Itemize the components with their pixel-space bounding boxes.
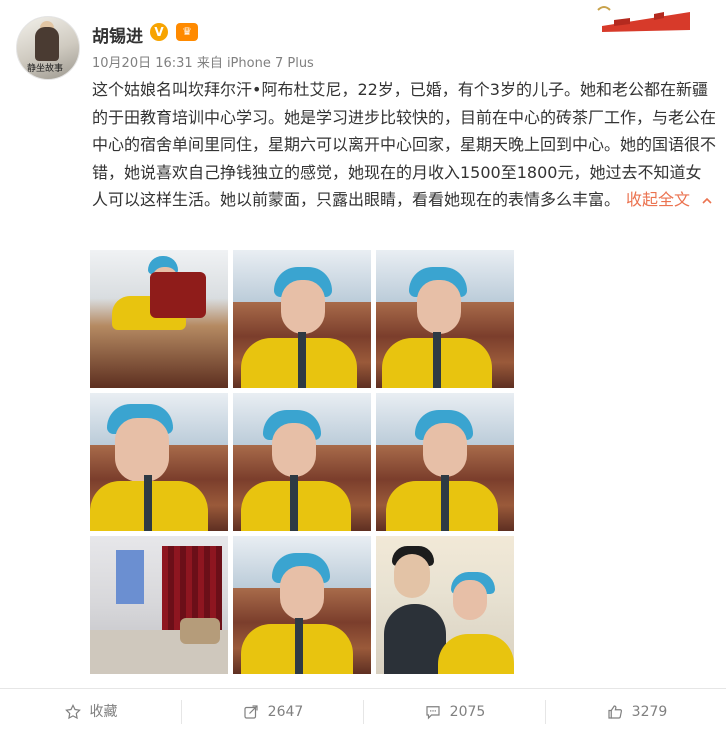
face-shape — [453, 580, 488, 621]
favorite-button[interactable]: 收藏 — [0, 689, 181, 735]
photo-4[interactable] — [90, 393, 228, 531]
repost-button[interactable]: 2647 — [182, 689, 363, 735]
favorite-label: 收藏 — [89, 704, 118, 720]
face-shape — [422, 423, 467, 478]
action-bar: 收藏 2647 2075 3279 — [0, 688, 726, 735]
post-meta[interactable]: 10月20日 16:31 来自 iPhone 7 Plus — [92, 52, 314, 71]
face-shape — [417, 280, 462, 335]
like-button[interactable]: 3279 — [546, 689, 726, 735]
post-body: 这个姑娘名叫坎拜尔汗•阿布杜艾尼，22岁，已婚，有个3岁的儿子。她和老公都在新疆… — [92, 80, 717, 209]
face-shape — [271, 423, 316, 478]
comment-icon — [426, 706, 440, 720]
share-icon — [244, 705, 258, 719]
like-count: 3279 — [631, 704, 668, 720]
machine-shape — [150, 272, 206, 318]
comment-button[interactable]: 2075 — [364, 689, 545, 735]
avatar-person — [35, 27, 59, 61]
collapse-label: 收起全文 — [626, 190, 691, 209]
comment-count: 2075 — [449, 704, 486, 720]
photo-5[interactable] — [233, 393, 371, 531]
face-shape — [114, 417, 169, 482]
thumbs-up-icon — [608, 705, 622, 719]
post-text: 这个姑娘名叫坎拜尔汗•阿布杜艾尼，22岁，已婚，有个3岁的儿子。她和老公都在新疆… — [92, 76, 716, 214]
great-wall-decoration — [594, 6, 690, 38]
jacket-shape — [438, 634, 514, 674]
photo-1[interactable] — [90, 250, 228, 388]
photo-9[interactable] — [376, 536, 514, 674]
man-head — [394, 554, 430, 598]
room-bed — [180, 618, 220, 644]
room-window — [116, 550, 144, 604]
jacket-stripe — [432, 332, 441, 388]
jacket-stripe — [143, 475, 152, 531]
jacket-stripe — [441, 475, 449, 531]
photo-grid — [90, 250, 514, 674]
jacket-stripe — [295, 618, 304, 674]
username[interactable]: 胡锡进 — [92, 22, 143, 47]
verified-icon: V — [150, 23, 168, 41]
collapse-link[interactable]: 收起全文 — [626, 190, 713, 209]
photo-3[interactable] — [376, 250, 514, 388]
star-icon — [64, 704, 81, 720]
repost-count: 2647 — [267, 704, 304, 720]
man-body — [384, 604, 446, 674]
jacket-stripe — [289, 475, 298, 531]
member-crown-icon: ♛ — [176, 23, 198, 41]
face-shape — [279, 566, 324, 621]
face-shape — [281, 280, 326, 335]
avatar[interactable]: 静坐故事 — [16, 16, 80, 80]
photo-6[interactable] — [376, 393, 514, 531]
jacket-stripe — [298, 332, 306, 388]
photo-7[interactable] — [90, 536, 228, 674]
chevron-up-icon — [702, 197, 712, 204]
photo-2[interactable] — [233, 250, 371, 388]
photo-8[interactable] — [233, 536, 371, 674]
weibo-post-card: 静坐故事 胡锡进 V ♛ 10月20日 16:31 来自 iPhone 7 Pl… — [0, 0, 726, 734]
avatar-signature: 静坐故事 — [27, 64, 64, 74]
